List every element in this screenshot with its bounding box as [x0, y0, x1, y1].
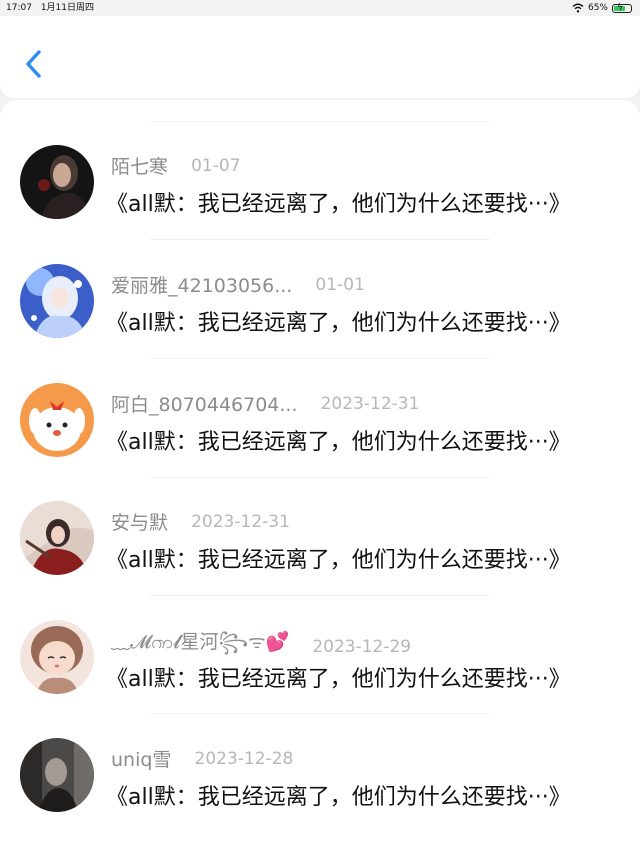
comment-text[interactable]: 《all默：我已经远离了，他们为什么还要找···》 [106, 424, 571, 456]
item-meta: 安与默 2023-12-31 [111, 508, 290, 535]
item-meta: uniq雪 2023-12-28 [111, 745, 294, 772]
list-item[interactable]: 安与默 2023-12-31 《all默：我已经远离了，他们为什么还要找···》 [0, 478, 640, 596]
comment-date: 2023-12-31 [191, 511, 290, 532]
comment-date: 01-07 [191, 155, 241, 176]
user-name[interactable]: uniq雪 [111, 745, 171, 772]
user-name[interactable]: 爱丽雅_42103056... [111, 271, 292, 298]
status-right: 65% ϟ [572, 0, 632, 16]
battery-percent: 65% [587, 3, 608, 13]
comment-text[interactable]: 《all默：我已经远离了，他们为什么还要找···》 [106, 779, 571, 811]
item-meta: 陌七寒 01-07 [111, 152, 241, 179]
avatar[interactable] [20, 620, 94, 694]
item-meta: 阿白_8070446704... 2023-12-31 [111, 390, 420, 417]
avatar[interactable] [20, 501, 94, 575]
avatar[interactable] [20, 145, 94, 219]
divider [150, 713, 490, 714]
comment-date: 2023-12-31 [320, 393, 420, 414]
user-name[interactable]: 阿白_8070446704... [111, 390, 298, 417]
comment-date: 2023-12-28 [194, 748, 294, 769]
item-meta: ﹏𝓜ၮ𝓵星河꧂ᯤ💕 2023-12-29 [111, 627, 411, 657]
comment-date: 2023-12-29 [312, 636, 412, 657]
avatar[interactable] [20, 383, 94, 457]
comment-text[interactable]: 《all默：我已经远离了，他们为什么还要找···》 [106, 661, 571, 693]
list-item[interactable]: ﹏𝓜ၮ𝓵星河꧂ᯤ💕 2023-12-29 《all默：我已经远离了，他们为什么还… [0, 597, 640, 715]
back-chevron-icon[interactable] [20, 46, 48, 86]
status-bar: 17:07 1月11日周四 65% ϟ [0, 0, 640, 16]
divider [150, 358, 490, 359]
divider [150, 239, 490, 240]
list-item[interactable]: 阿白_8070446704... 2023-12-31 《all默：我已经远离了… [0, 360, 640, 478]
status-time: 17:07 [6, 3, 32, 13]
divider [150, 595, 490, 596]
avatar[interactable] [20, 738, 94, 812]
comment-text[interactable]: 《all默：我已经远离了，他们为什么还要找···》 [106, 186, 571, 218]
avatar[interactable] [20, 264, 94, 338]
battery-icon: ϟ [612, 3, 632, 13]
comment-text[interactable]: 《all默：我已经远离了，他们为什么还要找···》 [106, 305, 571, 337]
comment-list: 陌七寒 01-07 《all默：我已经远离了，他们为什么还要找···》 爱丽雅_… [0, 100, 640, 860]
header [0, 16, 640, 98]
list-item[interactable]: 陌七寒 01-07 《all默：我已经远离了，他们为什么还要找···》 [0, 122, 640, 240]
status-left: 17:07 1月11日周四 [6, 0, 100, 16]
item-meta: 爱丽雅_42103056... 01-01 [111, 271, 365, 298]
list-item[interactable]: uniq雪 2023-12-28 《all默：我已经远离了，他们为什么还要找··… [0, 715, 640, 833]
list-item[interactable]: 爱丽雅_42103056... 01-01 《all默：我已经远离了，他们为什么… [0, 241, 640, 359]
user-name[interactable]: 安与默 [111, 508, 168, 535]
comment-date: 01-01 [315, 274, 365, 295]
comment-text[interactable]: 《all默：我已经远离了，他们为什么还要找···》 [106, 542, 571, 574]
user-name[interactable]: 陌七寒 [111, 152, 168, 179]
wifi-icon [572, 3, 584, 13]
status-date: 1月11日周四 [40, 3, 94, 13]
